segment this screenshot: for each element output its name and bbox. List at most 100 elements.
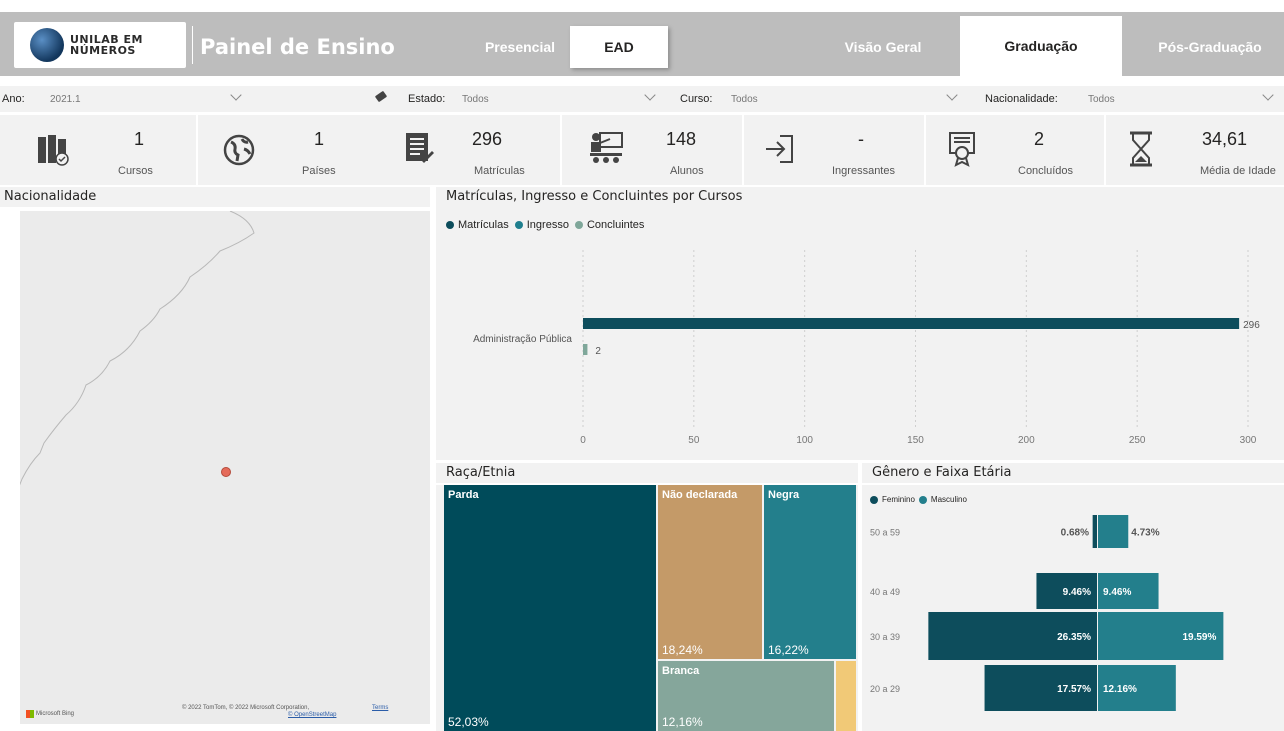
kpi-label: Matrículas [474,165,525,177]
kpi-value: - [858,129,864,149]
kpi-label: Média de Idade [1200,165,1276,177]
document-list-icon [406,133,434,163]
map-terms-link[interactable]: Terms [372,705,388,711]
kpi-cursos: 1 Cursos [0,115,196,185]
race-treemap: Parda 52,03% Não declarada 18,24% Negra … [436,485,858,731]
data-label: 19.59% [1182,632,1216,643]
app-title: Painel de Ensino [200,35,395,59]
chevron-down-icon[interactable] [644,89,656,101]
age-label: 50 a 59 [870,528,900,538]
kpi-media-idade: 34,61 Média de Idade [1106,115,1284,185]
kpi-row: 1 Cursos 1 Países 296 Matrículas 148 Alu… [0,115,1284,185]
age-label: 40 a 49 [870,587,900,597]
kpi-label: Alunos [670,165,704,177]
certificate-icon [949,132,975,167]
tab-graduacao[interactable]: Graduação [960,16,1122,76]
courses-chart-svg: 0 50 100 150 200 250 300 Administração Pública 2… [473,250,1260,446]
globe-icon [223,134,255,166]
kpi-value: 1 [134,129,145,149]
kpi-ingressantes: - Ingressantes [744,115,924,185]
bar-feminino [1092,515,1097,548]
kpi-value: 1 [314,129,325,149]
map-location-marker [221,467,231,477]
estado-filter-label: Estado: [408,93,446,105]
data-label: 9.46% [1103,587,1131,598]
treemap-cell[interactable] [836,661,856,731]
kpi-concluidos: 2 Concluídos [926,115,1104,185]
data-label: 2 [595,346,601,357]
ano-filter-label: Ano: [2,93,25,105]
map-coastline [20,211,255,486]
classroom-icon [590,132,623,163]
tab-visao-geral[interactable]: Visão Geral [820,26,946,68]
chevron-down-icon[interactable] [230,89,242,101]
x-tick-label: 300 [1240,435,1257,446]
kpi-label: Países [302,165,336,177]
curso-filter-value[interactable]: Todos [731,94,758,105]
x-tick-label: 250 [1129,435,1146,446]
tab-pos-graduacao[interactable]: Pós-Graduação [1140,26,1280,68]
ano-filter-value[interactable]: 2021.1 [50,94,81,105]
microsoft-logo-icon [26,710,34,718]
x-tick-label: 0 [580,435,586,446]
eraser-icon[interactable] [374,90,388,103]
bar-concluintes [583,344,588,355]
map-title: Nacionalidade [4,189,97,204]
gender-age-chart: Feminino Masculino 50 a 59 0.68% 4.73% 40 a… [862,485,1284,731]
chevron-down-icon[interactable] [1262,89,1274,101]
header-divider [192,26,193,64]
x-tick-label: 200 [1018,435,1035,446]
age-label: 30 a 39 [870,632,900,642]
bing-credit: Microsoft Bing [36,711,75,717]
gender-chart-title: Gênero e Faixa Etária [872,465,1012,480]
treemap-cell-value: 18,24% [662,643,703,657]
courses-chart: Matrículas Ingresso Concluintes 0 50 100 15… [436,205,1284,460]
curso-filter-label: Curso: [680,93,713,105]
race-chart-title: Raça/Etnia [446,465,516,480]
nacionalidade-filter-label: Nacionalidade: [985,93,1058,105]
treemap-cell-name: Negra [768,489,800,501]
kpi-paises: 1 Países 296 Matrículas [198,115,560,185]
kpi-value: 2 [1034,129,1045,149]
bar-matrículas [583,318,1240,329]
books-icon [38,135,69,166]
chevron-down-icon[interactable] [946,89,958,101]
dashboard-page: UNILAB EM NÚMEROS Painel de Ensino Prese… [0,0,1284,731]
tab-presencial[interactable]: Presencial [470,26,570,68]
treemap-cell[interactable]: Parda 52,03% [444,485,656,731]
hourglass-icon [1130,131,1152,167]
data-label: 296 [1243,320,1260,331]
kpi-label: Cursos [118,165,153,177]
treemap-cell-name: Não declarada [662,489,738,501]
treemap-cell-value: 12,16% [662,715,703,729]
treemap-cell[interactable]: Negra 16,22% [764,485,856,659]
treemap-cell[interactable]: Branca 12,16% [658,661,834,731]
enter-arrow-icon [766,135,793,163]
nacionalidade-map[interactable]: Microsoft Bing © 2022 TomTom, © 2022 Mic… [20,211,430,724]
treemap-cell-value: 16,22% [768,643,809,657]
nacionalidade-filter-value[interactable]: Todos [1088,94,1115,105]
header-bar: UNILAB EM NÚMEROS Painel de Ensino Prese… [0,12,1284,76]
category-label: Administração Pública [473,334,572,345]
filter-bar: Ano: 2021.1 Estado: Todos Curso: Todos N… [0,86,1284,112]
kpi-alunos: 148 Alunos [562,115,742,185]
treemap-cell-name: Branca [662,665,700,677]
treemap-cell[interactable]: Não declarada 18,24% [658,485,762,659]
x-tick-label: 50 [688,435,700,446]
treemap-cell-value: 52,03% [448,715,489,729]
age-label: 20 a 29 [870,684,900,694]
kpi-label: Ingressantes [832,165,895,177]
treemap-cell-name: Parda [448,489,479,501]
map-copyright: © 2022 TomTom, © 2022 Microsoft Corporat… [182,705,310,711]
x-tick-label: 150 [907,435,924,446]
gender-chart-svg: 50 a 59 0.68% 4.73% 40 a 49 9.46% 9.46% 30 a 3… [870,515,1224,711]
osm-link[interactable]: © OpenStreetMap [288,712,336,718]
kpi-value: 296 [472,129,503,149]
unilab-logo: UNILAB EM NÚMEROS [14,22,186,68]
globe-logo-icon [30,28,64,62]
logo-line2: NÚMEROS [70,44,136,57]
tab-ead[interactable]: EAD [570,26,668,68]
courses-chart-title: Matrículas, Ingresso e Concluintes por C… [446,189,743,204]
data-label: 17.57% [1057,684,1091,695]
estado-filter-value[interactable]: Todos [462,94,489,105]
